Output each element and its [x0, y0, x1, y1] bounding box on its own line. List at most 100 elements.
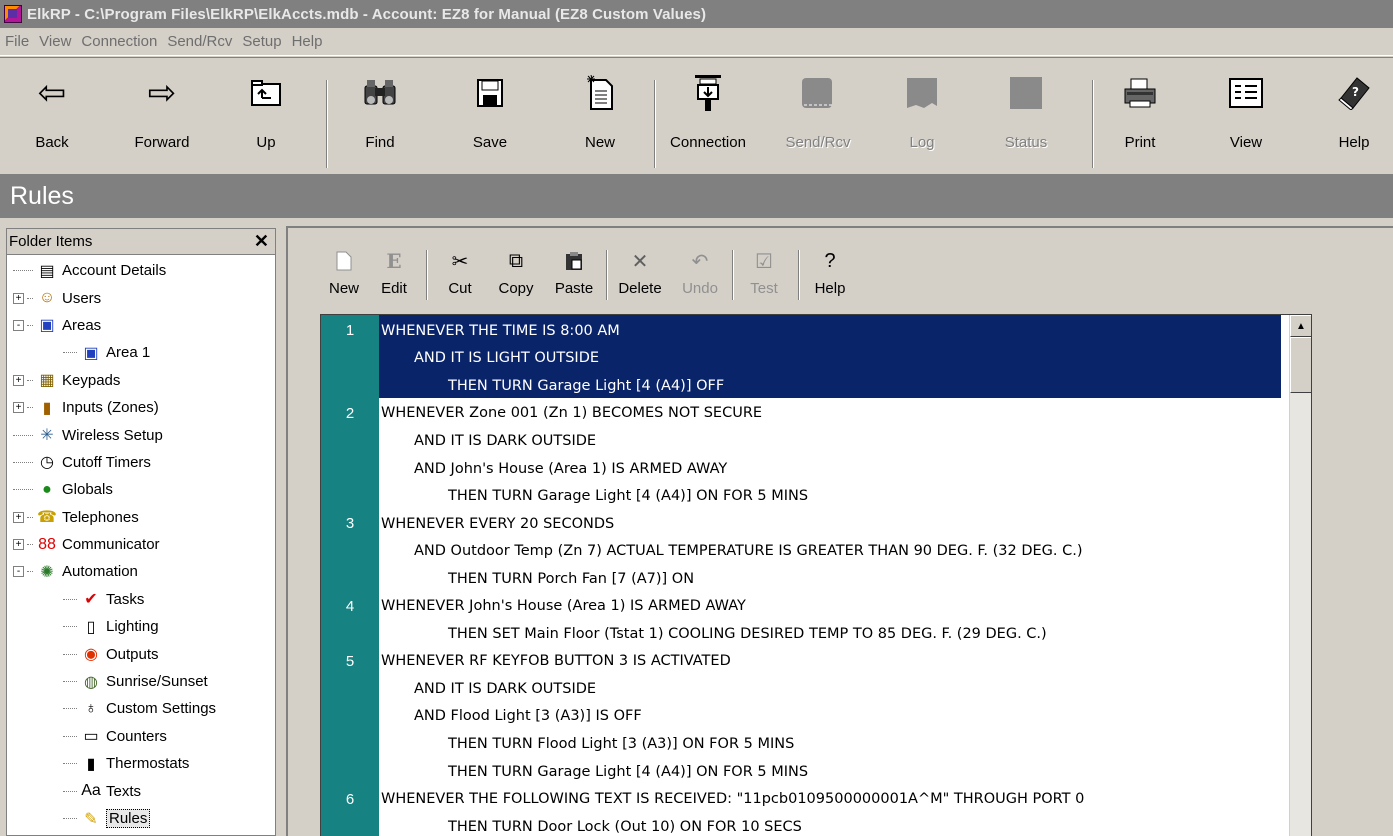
rule-text: AND IT IS LIGHT OUTSIDE: [414, 350, 600, 367]
binoculars-icon: [362, 68, 398, 118]
print-button[interactable]: Print: [1096, 68, 1184, 168]
rule-line[interactable]: AND Flood Light [3 (A3)] IS OFF: [321, 703, 1281, 731]
tree-item[interactable]: ◍ Sunrise/Sunset: [7, 668, 275, 695]
tree-item-label: Area 1: [106, 344, 151, 362]
tree-item-label: Inputs (Zones): [62, 399, 159, 417]
menu-help[interactable]: Help: [292, 33, 323, 50]
tree-item-label: Users: [62, 289, 102, 307]
tree-item[interactable]: - ▣ Areas: [7, 312, 275, 339]
tree-item-label: Areas: [62, 316, 102, 334]
tree-item[interactable]: ▯ Lighting: [7, 613, 275, 640]
rule-text: AND IT IS DARK OUTSIDE: [414, 680, 597, 697]
rule-cut-button[interactable]: ✂ Cut: [434, 246, 486, 298]
up-button[interactable]: Up: [222, 68, 310, 168]
menu-sendrcv[interactable]: Send/Rcv: [167, 33, 232, 50]
rule-line[interactable]: THEN TURN Garage Light [4 (A4)] ON FOR 5…: [321, 482, 1281, 510]
log-icon: [904, 68, 940, 118]
tree-item[interactable]: ✎ Rules: [7, 805, 275, 832]
tree-item[interactable]: + ☺ Users: [7, 284, 275, 311]
tree-item[interactable]: ● Globals: [7, 476, 275, 503]
tree-item[interactable]: + ☎ Telephones: [7, 504, 275, 531]
rule-line[interactable]: THEN TURN Garage Light [4 (A4)] ON FOR 5…: [321, 758, 1281, 786]
collapse-icon[interactable]: -: [13, 319, 24, 331]
rule-text: WHENEVER THE FOLLOWING TEXT IS RECEIVED:…: [381, 791, 1085, 808]
rule-undo-button[interactable]: ↶ Undo: [674, 246, 726, 298]
sendrcv-button[interactable]: Send/Rcv: [774, 68, 862, 168]
scroll-up-arrow-icon[interactable]: ▲: [1290, 315, 1311, 337]
rule-text: WHENEVER Zone 001 (Zn 1) BECOMES NOT SEC…: [381, 405, 763, 422]
rule-line[interactable]: THEN TURN Porch Fan [7 (A7)] ON: [321, 565, 1281, 593]
rule-number: 2: [345, 404, 355, 422]
vertical-scrollbar[interactable]: ▲: [1289, 315, 1311, 836]
rule-line[interactable]: 6 WHENEVER THE FOLLOWING TEXT IS RECEIVED…: [321, 785, 1281, 813]
rule-line[interactable]: 2 WHENEVER Zone 001 (Zn 1) BECOMES NOT SE…: [321, 400, 1281, 428]
rule-text: AND Outdoor Temp (Zn 7) ACTUAL TEMPERATU…: [414, 543, 1083, 560]
expand-icon[interactable]: +: [13, 511, 24, 523]
rule-line[interactable]: 1 WHENEVER THE TIME IS 8:00 AM: [321, 317, 1281, 345]
menu-view[interactable]: View: [39, 33, 71, 50]
tree-item[interactable]: ▮ Thermostats: [7, 750, 275, 777]
tree-item[interactable]: +88 Communicator: [7, 531, 275, 558]
tree-item[interactable]: + ▦ Keypads: [7, 367, 275, 394]
floppy-disk-icon: [477, 68, 503, 118]
rule-edit-button[interactable]: E Edit: [368, 246, 420, 297]
tree-item[interactable]: Aa Texts: [7, 777, 275, 804]
rule-test-button[interactable]: ☑ Test: [738, 246, 790, 298]
rule-line[interactable]: THEN TURN Door Lock (Out 10) ON FOR 10 S…: [321, 813, 1281, 836]
rules-list[interactable]: 1 WHENEVER THE TIME IS 8:00 AM AND IT IS L…: [320, 314, 1312, 836]
forward-button[interactable]: ⇨ Forward: [118, 68, 206, 168]
rule-line[interactable]: AND John's House (Area 1) IS ARMED AWAY: [321, 455, 1281, 483]
menu-setup[interactable]: Setup: [242, 33, 281, 50]
menu-file[interactable]: File: [5, 33, 29, 50]
rule-line[interactable]: AND Outdoor Temp (Zn 7) ACTUAL TEMPERATU…: [321, 537, 1281, 565]
status-button[interactable]: Status: [982, 68, 1070, 168]
new-button[interactable]: New: [556, 68, 644, 168]
expand-icon[interactable]: +: [13, 292, 24, 304]
rule-line[interactable]: 5 WHENEVER RF KEYFOB BUTTON 3 IS ACTIVATE…: [321, 648, 1281, 676]
save-button[interactable]: Save: [446, 68, 534, 168]
rule-line[interactable]: 3 WHENEVER EVERY 20 SECONDS: [321, 510, 1281, 538]
communicator-icon: 88: [38, 535, 56, 553]
rule-line[interactable]: AND IT IS DARK OUTSIDE: [321, 427, 1281, 455]
rule-line[interactable]: THEN TURN Garage Light [4 (A4)] OFF: [321, 372, 1281, 400]
close-icon[interactable]: ✕: [254, 231, 269, 252]
view-button[interactable]: View: [1202, 68, 1290, 168]
collapse-icon[interactable]: -: [13, 566, 24, 578]
back-button[interactable]: ⇦ Back: [8, 68, 96, 168]
expand-icon[interactable]: +: [13, 374, 24, 386]
rule-paste-button[interactable]: Paste: [548, 246, 600, 297]
rule-line[interactable]: AND IT IS LIGHT OUTSIDE: [321, 345, 1281, 373]
help-button[interactable]: ? Help: [1310, 68, 1393, 168]
expand-icon[interactable]: +: [13, 402, 24, 414]
tree-item[interactable]: + ▮ Inputs (Zones): [7, 394, 275, 421]
rule-line[interactable]: AND IT IS DARK OUTSIDE: [321, 675, 1281, 703]
tree-item[interactable]: ▭ Counters: [7, 723, 275, 750]
rule-help-button[interactable]: ? Help: [804, 246, 856, 298]
rule-number: 5: [345, 652, 355, 670]
tree-item[interactable]: - ✺ Automation: [7, 558, 275, 585]
tree-item[interactable]: ▣ Area 1: [7, 339, 275, 366]
automation-icon: ✺: [40, 563, 54, 581]
expand-icon[interactable]: +: [13, 539, 24, 551]
log-button[interactable]: Log: [878, 68, 966, 168]
rule-copy-button[interactable]: ⧉ Copy: [490, 246, 542, 298]
title-bar: ElkRP - C:\Program Files\ElkRP\ElkAccts.…: [0, 0, 1393, 28]
rule-new-button[interactable]: New: [318, 246, 370, 297]
find-button[interactable]: Find: [336, 68, 424, 168]
tree-item[interactable]: ✳ Wireless Setup: [7, 421, 275, 448]
tree-item[interactable]: ♁ Custom Settings: [7, 695, 275, 722]
tree-item[interactable]: ✔ Tasks: [7, 586, 275, 613]
rule-line[interactable]: THEN TURN Flood Light [3 (A3)] ON FOR 5 …: [321, 730, 1281, 758]
tree-item-label: Communicator: [62, 536, 160, 554]
rule-line[interactable]: THEN SET Main Floor (Tstat 1) COOLING DE…: [321, 620, 1281, 648]
tree-item-label: Globals: [62, 481, 113, 499]
tree-item-label: Account Details: [62, 262, 167, 280]
menu-connection[interactable]: Connection: [81, 33, 157, 50]
rule-delete-button[interactable]: ✕ Delete: [614, 246, 666, 298]
connection-button[interactable]: Connection: [664, 68, 752, 168]
tree-item[interactable]: ◉ Outputs: [7, 640, 275, 667]
scroll-thumb[interactable]: [1290, 337, 1311, 393]
tree-item[interactable]: ◷ Cutoff Timers: [7, 449, 275, 476]
tree-item[interactable]: ▤ Account Details: [7, 257, 275, 284]
rule-line[interactable]: 4 WHENEVER John's House (Area 1) IS ARMED…: [321, 593, 1281, 621]
